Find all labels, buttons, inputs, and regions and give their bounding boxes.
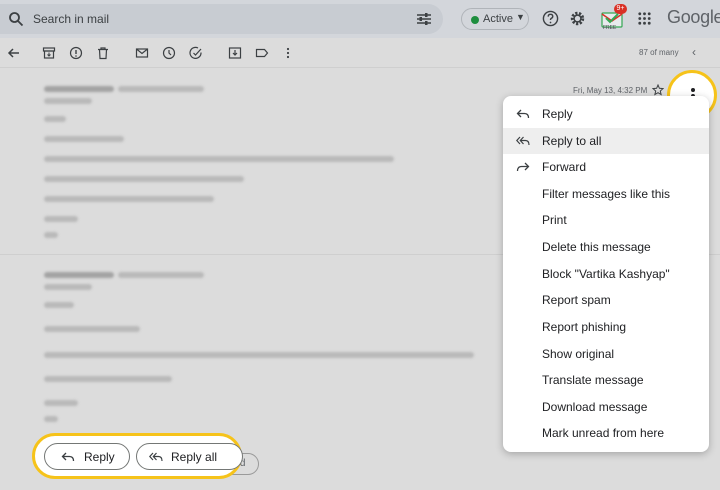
- reply-actions-highlight: Reply Reply all: [32, 433, 243, 479]
- menu-item-show-original[interactable]: Show original: [503, 341, 709, 367]
- star-icon[interactable]: [652, 84, 664, 96]
- email-date: Fri, May 13, 4:32 PM: [573, 86, 648, 95]
- status-label: Active: [483, 13, 513, 25]
- reply-all-button-label: Reply all: [171, 450, 218, 464]
- top-bar: Search in mail Active ▼ 9+ FREE Google: [0, 0, 720, 38]
- gear-icon[interactable]: [569, 10, 586, 27]
- menu-item-block-sender[interactable]: Block "Vartika Kashyap": [503, 261, 709, 287]
- search-input[interactable]: Search in mail: [33, 12, 109, 26]
- status-dot: [471, 16, 479, 24]
- body-line: [44, 232, 58, 238]
- body-line: [44, 326, 140, 332]
- reply-icon: [516, 109, 530, 119]
- more-options-menu: Reply Reply to all Forward Filter messag…: [503, 96, 709, 452]
- menu-item-label: Download message: [542, 400, 648, 414]
- free-tag: FREE: [603, 25, 617, 31]
- snooze-clock-icon[interactable]: [162, 46, 176, 60]
- menu-item-print[interactable]: Print: [503, 207, 709, 233]
- status-dropdown[interactable]: Active ▼: [461, 8, 529, 30]
- help-icon[interactable]: [542, 10, 559, 27]
- menu-item-label: Mark unread from here: [542, 426, 665, 440]
- recipient-line: [44, 284, 92, 290]
- menu-item-label: Translate message: [542, 373, 644, 387]
- mark-unread-icon[interactable]: [135, 46, 149, 60]
- sender-email: [118, 272, 204, 278]
- reply-all-icon: [149, 452, 163, 462]
- sender-name: [44, 86, 114, 92]
- body-line: [44, 400, 78, 406]
- sender-email: [118, 86, 204, 92]
- menu-item-label: Reply: [542, 107, 573, 121]
- search-bar[interactable]: Search in mail: [0, 4, 443, 34]
- reply-all-icon: [516, 136, 530, 146]
- body-line: [44, 216, 78, 222]
- menu-item-reply[interactable]: Reply: [503, 101, 709, 127]
- caret-down-icon: ▼: [516, 12, 525, 22]
- body-line: [44, 176, 244, 182]
- menu-item-label: Show original: [542, 347, 615, 361]
- add-task-icon[interactable]: [189, 46, 203, 60]
- menu-item-label: Report spam: [542, 293, 611, 307]
- body-line: [44, 136, 124, 142]
- body-line: [44, 156, 394, 162]
- menu-item-label: Block "Vartika Kashyap": [542, 267, 670, 281]
- menu-item-mark-unread[interactable]: Mark unread from here: [503, 420, 709, 446]
- message-toolbar: 87 of many ‹: [0, 38, 720, 68]
- archive-icon[interactable]: [42, 46, 56, 60]
- menu-item-report-spam[interactable]: Report spam: [503, 287, 709, 313]
- search-options-icon[interactable]: [416, 12, 432, 26]
- body-line: [44, 302, 74, 308]
- search-icon[interactable]: [8, 11, 24, 27]
- pager-count: 87 of many: [639, 48, 679, 57]
- apps-grid-icon[interactable]: [636, 10, 653, 27]
- reply-button-label: Reply: [84, 450, 115, 464]
- move-to-icon[interactable]: [228, 46, 242, 60]
- body-line: [44, 416, 58, 422]
- google-logo[interactable]: Google: [667, 7, 720, 28]
- label-icon[interactable]: [255, 46, 269, 60]
- menu-item-label: Report phishing: [542, 320, 627, 334]
- body-line: [44, 352, 474, 358]
- delete-icon[interactable]: [96, 46, 110, 60]
- more-vertical-icon[interactable]: [281, 46, 295, 60]
- menu-item-label: Print: [542, 213, 567, 227]
- menu-item-download-message[interactable]: Download message: [503, 394, 709, 420]
- report-spam-icon[interactable]: [69, 46, 83, 60]
- reply-all-button[interactable]: Reply all: [136, 443, 243, 470]
- sender-name: [44, 272, 114, 278]
- menu-item-label: Reply to all: [542, 134, 602, 148]
- forward-icon: [516, 162, 530, 172]
- menu-item-forward[interactable]: Forward: [503, 154, 709, 180]
- menu-item-translate-message[interactable]: Translate message: [503, 367, 709, 393]
- menu-item-report-phishing[interactable]: Report phishing: [503, 314, 709, 340]
- reply-icon: [61, 452, 75, 462]
- menu-item-label: Delete this message: [542, 240, 651, 254]
- back-arrow-icon[interactable]: [7, 46, 21, 60]
- chevron-left-icon[interactable]: ‹: [692, 45, 696, 59]
- menu-item-reply-to-all[interactable]: Reply to all: [503, 128, 709, 154]
- body-line: [44, 376, 172, 382]
- menu-item-delete-message[interactable]: Delete this message: [503, 234, 709, 260]
- body-line: [44, 196, 214, 202]
- body-line: [44, 116, 66, 122]
- menu-item-label: Forward: [542, 160, 587, 174]
- reply-button[interactable]: Reply: [44, 443, 130, 470]
- menu-item-filter-messages[interactable]: Filter messages like this: [503, 181, 709, 207]
- notification-badge: 9+: [614, 4, 627, 14]
- menu-item-label: Filter messages like this: [542, 187, 671, 201]
- recipient-line: [44, 98, 92, 104]
